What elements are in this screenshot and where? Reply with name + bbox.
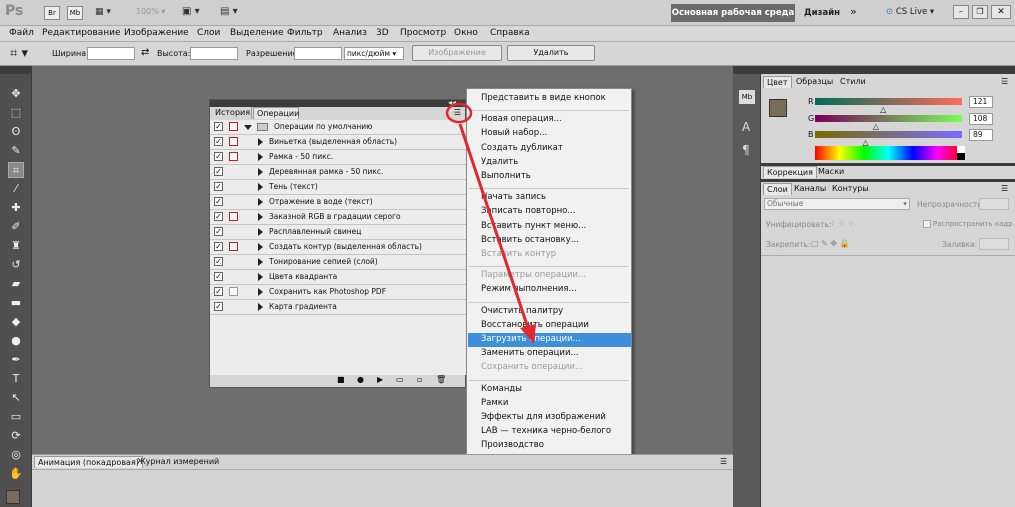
annotation-circle [445, 102, 473, 124]
annotation-overlay [445, 102, 536, 344]
annotation-arrowhead [520, 324, 536, 344]
annotation-arrow-line [458, 123, 531, 332]
